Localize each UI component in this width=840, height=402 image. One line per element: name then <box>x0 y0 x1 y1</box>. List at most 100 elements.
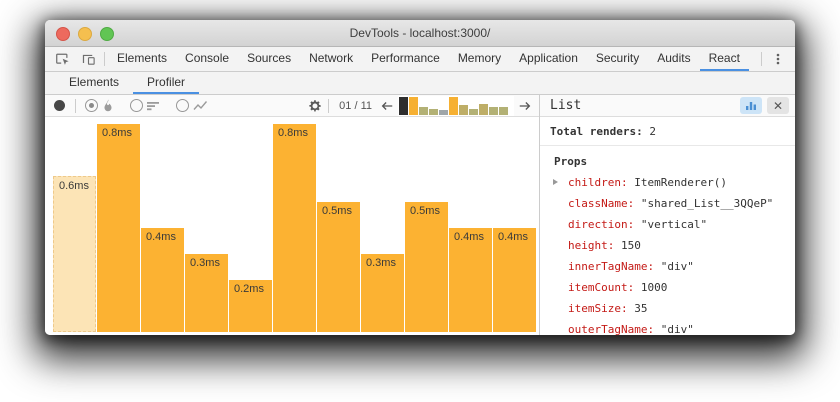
commit-duration-label: 0.4ms <box>146 231 176 243</box>
commit-duration-label: 0.2ms <box>234 283 264 295</box>
minimap-commit-bar-4[interactable] <box>429 109 438 115</box>
prop-row-direction: direction: "vertical" <box>540 214 795 235</box>
prop-row-outerTagName: outerTagName: "div" <box>540 319 795 335</box>
commit-bar-6[interactable]: 0.8ms <box>273 124 316 332</box>
total-renders-value: 2 <box>649 125 656 138</box>
minimap-commit-bar-11[interactable] <box>499 107 508 115</box>
commit-bar-5[interactable]: 0.2ms <box>229 280 272 332</box>
close-window-button[interactable] <box>56 27 70 41</box>
tab-react[interactable]: React <box>700 47 749 71</box>
minimap-commit-bar-10[interactable] <box>489 107 498 115</box>
commit-bar-10[interactable]: 0.4ms <box>449 228 492 332</box>
prop-key: innerTagName: <box>568 260 654 273</box>
prev-commit-arrow-icon[interactable] <box>379 100 395 112</box>
minimap-commit-bar-6[interactable] <box>449 97 458 115</box>
profiler-left-pane: 01 / 11 0.6ms 0.8ms 0.4ms 0.3ms 0.2ms 0.8ms 0.… <box>45 95 539 335</box>
tab-security[interactable]: Security <box>587 47 648 71</box>
prop-row-children: children: ItemRenderer() <box>540 172 795 193</box>
tab-application[interactable]: Application <box>510 47 587 71</box>
prop-row-className: className: "shared_List__3QQeP" <box>540 193 795 214</box>
window-controls <box>56 27 114 41</box>
commit-bar-2[interactable]: 0.8ms <box>97 124 140 332</box>
prop-key: direction: <box>568 218 634 231</box>
tab-elements[interactable]: Elements <box>108 47 176 71</box>
component-details: Total renders: 2 Props children: ItemRen… <box>540 117 795 335</box>
profiler-toolbar: 01 / 11 <box>45 95 539 117</box>
prop-key: height: <box>568 239 614 252</box>
flamegraph-radio[interactable] <box>85 99 98 112</box>
commit-bar-7[interactable]: 0.5ms <box>317 202 360 332</box>
commit-duration-label: 0.8ms <box>278 127 308 139</box>
zoom-window-button[interactable] <box>100 27 114 41</box>
minimap-commit-bar-8[interactable] <box>469 109 478 115</box>
divider <box>328 99 329 113</box>
total-renders-label: Total renders: <box>550 125 643 138</box>
prop-key: children: <box>568 176 628 189</box>
commit-selector-minimap[interactable] <box>398 96 514 116</box>
subtab-profiler[interactable]: Profiler <box>133 72 199 94</box>
title-bar[interactable]: DevTools - localhost:3000/ <box>45 20 795 47</box>
prop-value: 1000 <box>634 281 667 294</box>
component-renders-chart-icon[interactable] <box>740 97 762 114</box>
tab-memory[interactable]: Memory <box>449 47 510 71</box>
ranked-view-option[interactable] <box>130 99 160 112</box>
device-toolbar-icon[interactable] <box>75 47 101 71</box>
commit-bar-4[interactable]: 0.3ms <box>185 254 228 332</box>
prop-value: ItemRenderer() <box>628 176 727 189</box>
minimap-commit-bar-5[interactable] <box>439 110 448 115</box>
flamegraph-view-option[interactable] <box>85 99 114 112</box>
commit-counter: 01 / 11 <box>339 100 372 112</box>
main-tabs: ElementsConsoleSourcesNetworkPerformance… <box>108 47 749 71</box>
minimap-commit-bar-1[interactable] <box>399 97 408 115</box>
prop-row-innerTagName: innerTagName: "div" <box>540 256 795 277</box>
interactions-radio[interactable] <box>176 99 189 112</box>
tab-sources[interactable]: Sources <box>238 47 300 71</box>
props-list: children: ItemRenderer()className: "shar… <box>540 172 795 335</box>
commit-duration-label: 0.5ms <box>322 205 352 217</box>
commit-duration-label: 0.8ms <box>102 127 132 139</box>
props-section-label: Props <box>540 146 795 172</box>
minimize-window-button[interactable] <box>78 27 92 41</box>
flame-icon <box>102 99 114 112</box>
more-options-icon[interactable] <box>765 47 791 71</box>
react-devtools-subtabs: ElementsProfiler <box>45 72 795 95</box>
commit-bar-1[interactable]: 0.6ms <box>53 176 96 332</box>
next-commit-arrow-icon[interactable] <box>517 100 533 112</box>
commit-bar-3[interactable]: 0.4ms <box>141 228 184 332</box>
selected-component-name: List <box>550 98 581 113</box>
commit-duration-label: 0.5ms <box>410 205 440 217</box>
settings-gear-icon[interactable] <box>305 99 325 113</box>
close-icon[interactable]: ✕ <box>767 97 789 114</box>
tab-audits[interactable]: Audits <box>648 47 699 71</box>
tab-console[interactable]: Console <box>176 47 238 71</box>
devtools-tab-bar: ElementsConsoleSourcesNetworkPerformance… <box>45 47 795 72</box>
commit-bar-8[interactable]: 0.3ms <box>361 254 404 332</box>
minimap-commit-bar-9[interactable] <box>479 104 488 115</box>
commit-duration-label: 0.3ms <box>366 257 396 269</box>
record-icon[interactable] <box>54 100 65 111</box>
tab-network[interactable]: Network <box>300 47 362 71</box>
prop-value: 150 <box>614 239 641 252</box>
commit-bar-9[interactable]: 0.5ms <box>405 202 448 332</box>
desktop: { "window": { "title": "DevTools - local… <box>0 0 840 402</box>
expand-triangle-icon[interactable] <box>553 179 558 185</box>
minimap-commit-bar-3[interactable] <box>419 107 428 115</box>
prop-key: itemSize: <box>568 302 628 315</box>
prop-row-itemCount: itemCount: 1000 <box>540 277 795 298</box>
commit-bar-11[interactable]: 0.4ms <box>493 228 536 332</box>
prop-value: 35 <box>628 302 648 315</box>
divider <box>104 52 105 66</box>
inspect-element-icon[interactable] <box>49 47 75 71</box>
commit-duration-label: 0.6ms <box>59 180 89 192</box>
ranked-radio[interactable] <box>130 99 143 112</box>
interactions-view-option[interactable] <box>176 99 208 112</box>
tab-performance[interactable]: Performance <box>362 47 449 71</box>
prop-value: "div" <box>654 260 694 273</box>
window-title: DevTools - localhost:3000/ <box>350 26 491 40</box>
prop-row-height: height: 150 <box>540 235 795 256</box>
prop-key: outerTagName: <box>568 323 654 335</box>
tabbar-right <box>758 47 795 71</box>
minimap-commit-bar-2[interactable] <box>409 97 418 115</box>
subtab-elements[interactable]: Elements <box>55 72 133 94</box>
minimap-commit-bar-7[interactable] <box>459 105 468 115</box>
